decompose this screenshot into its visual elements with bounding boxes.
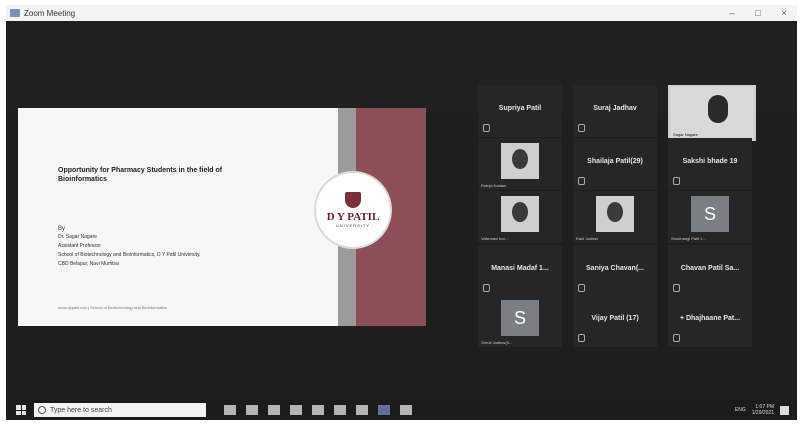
window-title: Zoom Meeting <box>24 8 76 18</box>
participant-tile[interactable]: + Dhajhaane Pat... <box>668 295 752 347</box>
slide-line: Assistant Professor <box>58 243 102 249</box>
close-button[interactable]: × <box>771 8 797 18</box>
slide-line: Dr. Sagar Nagare <box>58 234 97 240</box>
window-controls: – □ × <box>719 8 797 18</box>
mic-muted-icon <box>578 177 585 185</box>
participant-caption: Vaishnavi bor... <box>481 236 509 241</box>
cortana-icon[interactable] <box>224 405 236 415</box>
participant-caption: Shruti Jadhav(3... <box>481 340 513 345</box>
notification-icon[interactable] <box>780 405 789 415</box>
participant-caption: Sagar Nagare <box>673 132 698 137</box>
participant-name: + Dhajhaane Pat... <box>679 315 741 322</box>
participant-tile[interactable]: Sakshi bhade 19 <box>668 138 752 190</box>
university-logo: D Y PATIL UNIVERSITY <box>314 171 392 249</box>
file-explorer-icon[interactable] <box>290 405 302 415</box>
participant-tile[interactable]: Vijay Patil (17) <box>573 295 657 347</box>
participant-name: Manasi Madaf 1... <box>491 265 549 272</box>
slide-line: CBD Belapur, Navi Mumbai <box>58 261 119 267</box>
participant-tile[interactable]: S Shruti Jadhav(3... <box>478 295 562 347</box>
mic-muted-icon <box>578 284 585 292</box>
windows-start-icon[interactable] <box>16 405 26 415</box>
logo-subtitle: UNIVERSITY <box>335 223 370 228</box>
taskbar-clock[interactable]: 1:07 PM 1/29/2021 <box>752 404 774 416</box>
participant-name: Suraj Jadhav <box>593 105 637 112</box>
mic-muted-icon <box>578 334 585 342</box>
system-tray: ENG 1:07 PM 1/29/2021 <box>735 404 789 416</box>
slide-footer: www.dypatil.edu | School of Biotechnolog… <box>58 305 168 310</box>
task-view-icon[interactable] <box>246 405 258 415</box>
taskbar-apps <box>224 405 412 415</box>
chrome-icon[interactable] <box>356 405 368 415</box>
participant-tile[interactable]: Rutuja Kadam <box>478 138 562 190</box>
language-indicator[interactable]: ENG <box>735 407 746 413</box>
participant-name: Shailaja Patil(29) <box>587 158 643 165</box>
mic-muted-icon <box>483 124 490 132</box>
zoom-app-icon <box>10 9 20 17</box>
participant-name: Vijay Patil (17) <box>591 315 639 322</box>
participant-photo <box>501 143 539 179</box>
mic-muted-icon <box>673 334 680 342</box>
taskbar-search-input[interactable]: Type here to search <box>34 403 206 417</box>
participant-tile[interactable]: Suraj Jadhav <box>573 85 657 137</box>
edge-icon[interactable] <box>268 405 280 415</box>
slide-author-lines: Dr. Sagar Nagare Assistant Professor Sch… <box>58 233 268 269</box>
participant-caption: Rani Jadhav <box>576 236 599 241</box>
maximize-button[interactable]: □ <box>745 8 771 18</box>
participant-tile[interactable]: Chavan Patil Sa... <box>668 245 752 297</box>
participant-name: Chavan Patil Sa... <box>680 265 740 272</box>
mic-muted-icon <box>578 124 585 132</box>
shared-screen-slide: Opportunity for Pharmacy Students in the… <box>18 108 426 326</box>
participant-tile[interactable]: Manasi Madaf 1... <box>478 245 562 297</box>
participant-avatar: S <box>501 300 539 336</box>
participant-caption: Rutuja Kadam <box>481 183 507 188</box>
participant-tile[interactable]: Vaishnavi bor... <box>478 191 562 243</box>
mic-muted-icon <box>673 284 680 292</box>
participant-tile[interactable]: Sagar Nagare <box>668 85 756 141</box>
participant-avatar: S <box>691 196 729 232</box>
participant-caption: Shubhangi Patil 1... <box>671 236 706 241</box>
mail-icon[interactable] <box>334 405 346 415</box>
participant-video <box>708 95 728 123</box>
store-icon[interactable] <box>312 405 324 415</box>
participant-name: Sakshi bhade 19 <box>682 158 738 165</box>
participant-name: Supriya Patil <box>498 105 542 112</box>
search-icon <box>38 406 46 414</box>
participant-photo <box>596 196 634 232</box>
clock-date: 1/29/2021 <box>751 410 774 416</box>
zoom-taskbar-icon[interactable] <box>378 405 390 415</box>
participant-tile[interactable]: S Shubhangi Patil 1... <box>668 191 752 243</box>
minimize-button[interactable]: – <box>719 8 745 18</box>
slide-title: Opportunity for Pharmacy Students in the… <box>58 167 223 183</box>
slide-by: By <box>58 226 66 232</box>
participant-photo <box>501 196 539 232</box>
zoom-titlebar: Zoom Meeting – □ × <box>6 5 797 21</box>
mic-muted-icon <box>483 284 490 292</box>
search-placeholder: Type here to search <box>50 406 112 414</box>
participant-tile[interactable]: Supriya Patil <box>478 85 562 137</box>
desktop-screen: Zoom Meeting – □ × Opportunity for Pharm… <box>6 5 797 420</box>
participant-tile[interactable]: Shailaja Patil(29) <box>573 138 657 190</box>
windows-taskbar: Type here to search ENG 1:07 PM 1/29/202… <box>6 400 797 420</box>
logo-name: D Y PATIL <box>326 211 380 223</box>
app-icon[interactable] <box>400 405 412 415</box>
participant-name: Saniya Chavan(... <box>586 265 644 272</box>
participant-tile[interactable]: Rani Jadhav <box>573 191 657 243</box>
crest-icon <box>345 192 361 208</box>
mic-muted-icon <box>673 177 680 185</box>
participant-tile[interactable]: Saniya Chavan(... <box>573 245 657 297</box>
slide-line: School of Biotechnology and Bioinformati… <box>58 252 201 258</box>
